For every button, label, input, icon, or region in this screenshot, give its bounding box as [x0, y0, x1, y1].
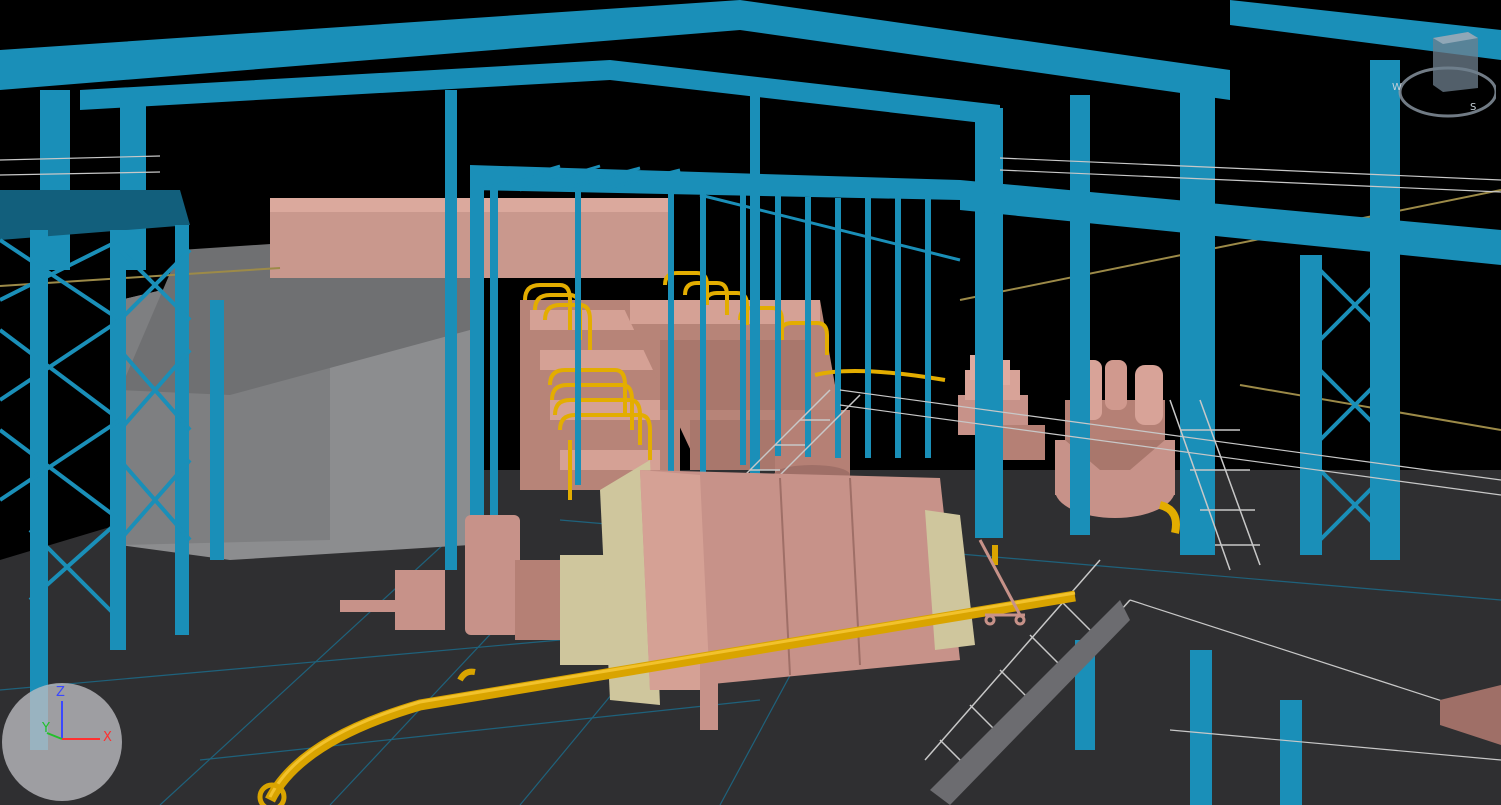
axis-gizmo[interactable]: Z Y X: [2, 683, 122, 801]
view-cube[interactable]: W S: [1378, 30, 1496, 120]
axis-z-label: Z: [56, 685, 65, 700]
axis-y-label: Y: [42, 721, 50, 736]
axis-x-label: X: [103, 730, 112, 745]
view-cube-s-label: S: [1470, 102, 1477, 113]
view-cube-w-label: W: [1392, 82, 1402, 93]
3d-viewport[interactable]: Z Y X W S: [0, 0, 1501, 805]
view-cube-shape: [1398, 32, 1496, 118]
plant-model-scene[interactable]: [0, 0, 1501, 805]
